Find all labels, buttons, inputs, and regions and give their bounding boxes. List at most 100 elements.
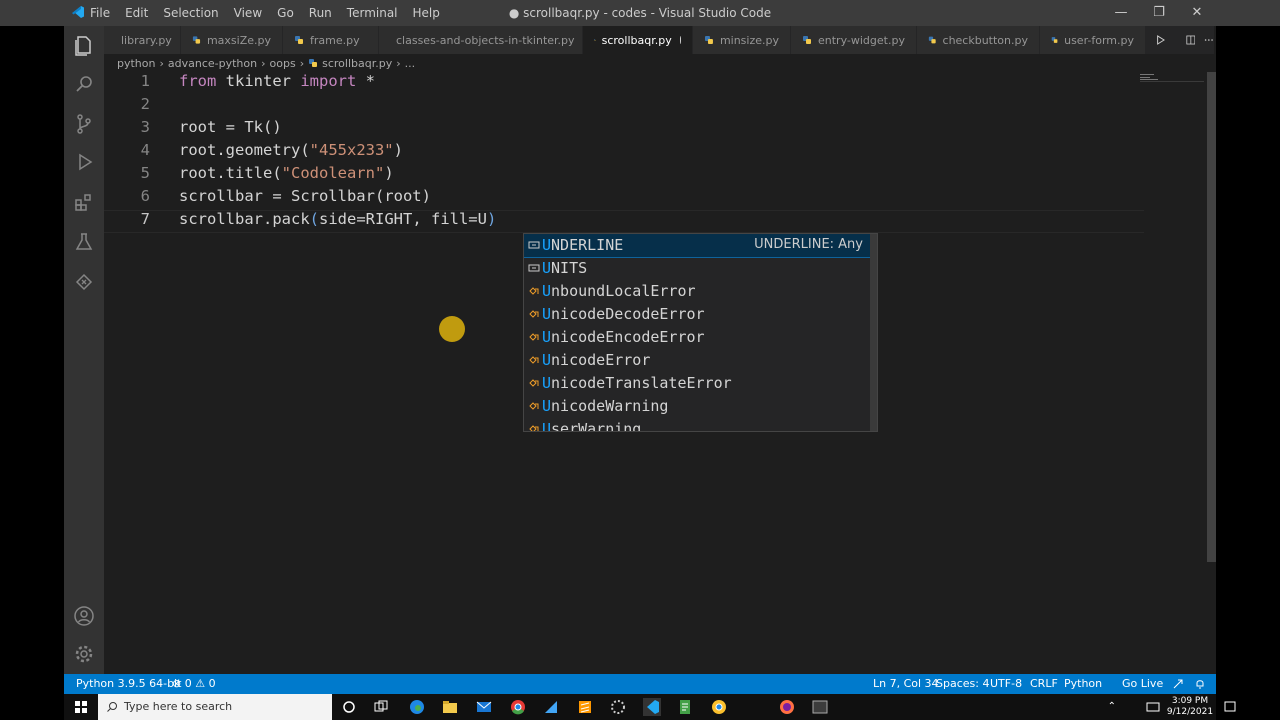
run-python-icon[interactable]	[1156, 34, 1166, 46]
split-editor-icon[interactable]	[1186, 34, 1196, 46]
title-bar: File Edit Selection View Go Run Terminal…	[0, 0, 1280, 26]
code-text: scrollbar.pack(side=RIGHT, fill=U)	[179, 210, 497, 228]
breadcrumb-file[interactable]: scrollbaqr.py	[322, 57, 392, 70]
activity-bar	[64, 26, 104, 674]
explorer-icon[interactable]	[72, 34, 96, 58]
suggestion-item[interactable]: UNDERLINE UNDERLINE: Any	[524, 234, 872, 258]
code-line: 1 from tkinter import *	[104, 72, 1204, 95]
editor-scrollbar[interactable]	[1207, 72, 1216, 562]
class-icon	[529, 333, 539, 341]
tab-classes-and-objects[interactable]: classes-and-objects-in-tkinter.py	[379, 26, 583, 54]
tab-label: frame.py	[310, 33, 360, 47]
notepad-icon[interactable]	[676, 698, 694, 716]
cortana-icon[interactable]	[340, 698, 358, 716]
firefox-icon[interactable]	[778, 698, 796, 716]
testing-icon[interactable]	[72, 230, 96, 254]
tab-library[interactable]: library.py	[104, 26, 181, 54]
right-letterbox	[1216, 26, 1280, 720]
tab-minsize[interactable]: minsize.py	[693, 26, 791, 54]
extensions-icon[interactable]	[72, 190, 96, 214]
python-file-icon	[928, 36, 936, 44]
windows-taskbar: Type here to search ⌃ 3:09 PM 9/12/2021	[64, 694, 1236, 720]
python-file-icon	[295, 36, 303, 44]
more-actions-icon[interactable]	[1204, 34, 1214, 46]
editor-tabs: library.py maxsiZe.py frame.py classes-a…	[104, 26, 1214, 54]
run-debug-icon[interactable]	[72, 150, 96, 174]
file-explorer-icon[interactable]	[441, 698, 459, 716]
tab-scrollbaqr[interactable]: scrollbaqr.py	[583, 26, 693, 54]
notification-center-icon[interactable]	[1224, 701, 1236, 713]
code-line: 4 root.geometry("455x233")	[104, 141, 1204, 164]
app-icon[interactable]	[542, 698, 560, 716]
suggestion-label: UserWarning	[542, 420, 642, 432]
breadcrumb-python[interactable]: python	[117, 57, 155, 70]
cursor-position[interactable]: Ln 7, Col 34	[873, 677, 939, 690]
tray-chevron-up-icon[interactable]: ⌃	[1108, 701, 1116, 712]
language-mode[interactable]: Python	[1064, 677, 1102, 690]
line-number: 6	[140, 187, 150, 205]
search-icon[interactable]	[72, 72, 96, 96]
terminal-app-icon[interactable]	[811, 698, 829, 716]
suggestion-scrollbar[interactable]	[870, 234, 877, 431]
suggestion-label: UnicodeWarning	[542, 397, 669, 415]
class-icon	[529, 356, 539, 364]
suggestion-detail: UNDERLINE: Any	[754, 237, 863, 252]
suggestion-item[interactable]: UnicodeTranslateError	[524, 372, 871, 395]
suggestion-item[interactable]: UnicodeError	[524, 349, 871, 372]
tab-label: classes-and-objects-in-tkinter.py	[396, 33, 575, 47]
suggestion-label: UNITS	[542, 259, 588, 277]
line-number: 5	[140, 164, 150, 182]
remote-explorer-icon[interactable]	[72, 270, 96, 294]
task-view-icon[interactable]	[372, 698, 390, 716]
clock[interactable]: 3:09 PM 9/12/2021	[1164, 696, 1216, 718]
taskbar-search-box[interactable]: Type here to search	[98, 694, 332, 720]
settings-app-icon[interactable]	[609, 698, 627, 716]
indentation[interactable]: Spaces: 4	[936, 677, 989, 690]
code-text: scrollbar = Scrollbar(root)	[179, 187, 431, 205]
network-icon[interactable]	[1146, 701, 1160, 713]
mail-icon[interactable]	[475, 698, 493, 716]
line-ending[interactable]: CRLF	[1030, 677, 1058, 690]
problems-count[interactable]: ⊗ 0 ⚠ 0	[172, 677, 216, 690]
tab-user-form[interactable]: user-form.py	[1040, 26, 1146, 54]
chrome-alt-icon[interactable]	[710, 698, 728, 716]
windows-start-icon[interactable]	[72, 698, 90, 716]
go-live-button[interactable]: Go Live	[1122, 677, 1163, 690]
suggestion-item[interactable]: UnicodeDecodeError	[524, 303, 871, 326]
status-bar: Python 3.9.5 64-bit ⊗ 0 ⚠ 0 Ln 7, Col 34…	[64, 674, 1216, 694]
mouse-pointer-highlight	[439, 316, 465, 342]
tab-frame[interactable]: frame.py	[283, 26, 379, 54]
tab-checkbutton[interactable]: checkbutton.py	[917, 26, 1040, 54]
minimap[interactable]	[1140, 72, 1204, 82]
close-button[interactable]: ✕	[1178, 0, 1216, 26]
feedback-icon[interactable]	[1172, 678, 1184, 690]
python-interpreter[interactable]: Python 3.9.5 64-bit	[76, 677, 181, 690]
suggestion-item[interactable]: UNITS	[524, 257, 871, 280]
tab-entry-widget[interactable]: entry-widget.py	[791, 26, 917, 54]
suggestion-label: UnicodeTranslateError	[542, 374, 732, 392]
suggestion-item[interactable]: UserWarning	[524, 418, 871, 432]
class-icon	[529, 287, 539, 295]
breadcrumb-symbol[interactable]: ...	[405, 57, 416, 70]
vscode-taskbar-icon[interactable]	[643, 698, 661, 716]
suggestion-item[interactable]: UnboundLocalError	[524, 280, 871, 303]
settings-gear-icon[interactable]	[72, 642, 96, 666]
line-number: 2	[140, 95, 150, 113]
unsaved-dot-icon[interactable]	[679, 36, 681, 44]
edge-browser-icon[interactable]	[408, 698, 426, 716]
breadcrumb-oops[interactable]: oops	[270, 57, 296, 70]
chrome-icon[interactable]	[509, 698, 527, 716]
source-control-icon[interactable]	[72, 112, 96, 136]
code-line: 6 scrollbar = Scrollbar(root)	[104, 187, 1204, 210]
accounts-icon[interactable]	[72, 604, 96, 628]
suggestion-item[interactable]: UnicodeEncodeError	[524, 326, 871, 349]
tab-maxsize[interactable]: maxsiZe.py	[181, 26, 283, 54]
suggestion-item[interactable]: UnicodeWarning	[524, 395, 871, 418]
restore-button[interactable]: ❐	[1140, 0, 1178, 26]
sublime-text-icon[interactable]	[576, 698, 594, 716]
variable-icon	[528, 241, 540, 249]
notifications-bell-icon[interactable]	[1194, 678, 1206, 690]
minimize-button[interactable]: —	[1102, 0, 1140, 26]
breadcrumb-advance-python[interactable]: advance-python	[168, 57, 257, 70]
encoding[interactable]: UTF-8	[990, 677, 1022, 690]
